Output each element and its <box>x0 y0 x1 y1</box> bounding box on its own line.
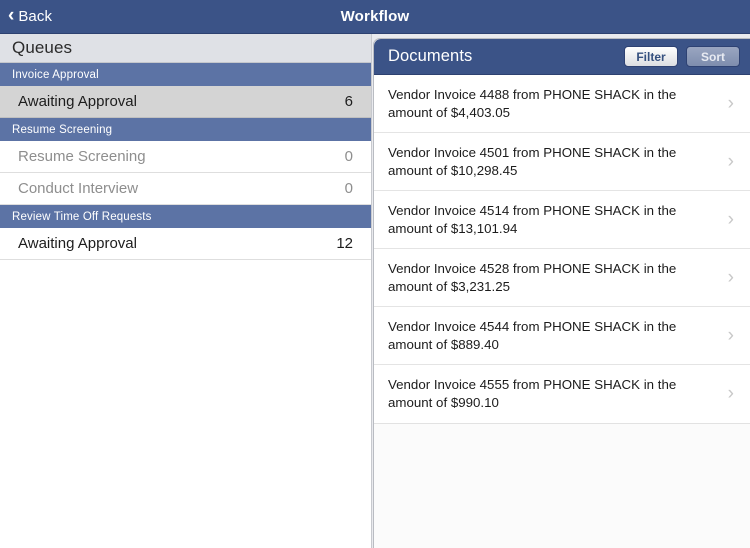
document-row[interactable]: Vendor Invoice 4488 from PHONE SHACK in … <box>374 75 750 133</box>
queue-section-header: Review Time Off Requests <box>0 205 371 228</box>
queue-row-count: 0 <box>344 180 353 197</box>
document-row-text: Vendor Invoice 4501 from PHONE SHACK in … <box>388 144 677 178</box>
document-row[interactable]: Vendor Invoice 4514 from PHONE SHACK in … <box>374 191 750 249</box>
queue-row-label: Awaiting Approval <box>18 235 137 252</box>
document-row-text: Vendor Invoice 4528 from PHONE SHACK in … <box>388 260 677 294</box>
filter-button[interactable]: Filter <box>624 46 678 67</box>
back-button-label: Back <box>18 8 53 25</box>
queue-section-header-label: Invoice Approval <box>12 68 99 81</box>
sort-button[interactable]: Sort <box>686 46 740 67</box>
chevron-right-icon: › <box>727 150 734 172</box>
documents-panel: Documents Filter Sort Vendor Invoice 448… <box>373 38 750 548</box>
queues-panel: Queues Invoice Approval Awaiting Approval… <box>0 34 372 548</box>
toolbar-buttons: Filter Sort <box>624 46 740 67</box>
chevron-left-icon: ‹ <box>8 5 15 26</box>
queue-row-label: Awaiting Approval <box>18 93 137 110</box>
queue-row-label: Conduct Interview <box>18 180 139 197</box>
chevron-right-icon: › <box>727 324 734 346</box>
page-title: Workflow <box>340 8 410 25</box>
queue-row-count: 0 <box>344 148 353 165</box>
document-row-text: Vendor Invoice 4544 from PHONE SHACK in … <box>388 318 677 352</box>
documents-list: Vendor Invoice 4488 from PHONE SHACK in … <box>374 75 750 424</box>
queue-row: Resume Screening 0 <box>0 141 371 173</box>
queue-row-count: 12 <box>336 235 353 252</box>
queues-header-label: Queues <box>12 38 73 57</box>
chevron-right-icon: › <box>727 383 734 404</box>
queue-section-header: Resume Screening <box>0 118 371 141</box>
queue-row[interactable]: Awaiting Approval 12 <box>0 228 371 260</box>
document-row[interactable]: Vendor Invoice 4528 from PHONE SHACK in … <box>374 249 750 307</box>
document-row-text: Vendor Invoice 4488 from PHONE SHACK in … <box>388 86 677 120</box>
chevron-right-icon: › <box>727 266 734 288</box>
queue-row[interactable]: Awaiting Approval 6 <box>0 86 371 118</box>
chevron-right-icon: › <box>727 208 734 230</box>
queue-row-label: Resume Screening <box>18 148 146 165</box>
queue-section-header-label: Review Time Off Requests <box>12 210 152 223</box>
documents-toolbar: Documents Filter Sort <box>374 39 750 75</box>
queue-section-list: Invoice Approval Awaiting Approval 6 Resume… <box>0 63 371 260</box>
document-row[interactable]: Vendor Invoice 4501 from PHONE SHACK in … <box>374 133 750 191</box>
document-row[interactable]: Vendor Invoice 4544 from PHONE SHACK in … <box>374 307 750 365</box>
queue-row: Conduct Interview 0 <box>0 173 371 205</box>
document-row-text: Vendor Invoice 4514 from PHONE SHACK in … <box>388 202 677 236</box>
document-row-text: Vendor Invoice 4555 from PHONE SHACK in … <box>388 377 677 410</box>
documents-title: Documents <box>388 47 473 65</box>
queue-row-count: 6 <box>344 93 353 110</box>
chevron-right-icon: › <box>727 92 734 114</box>
top-navigation-bar: ‹ Back Workflow <box>0 0 750 34</box>
queue-section-header-label: Resume Screening <box>12 123 113 136</box>
queues-header: Queues <box>0 34 371 63</box>
queue-section-header: Invoice Approval <box>0 63 371 86</box>
back-button[interactable]: ‹ Back <box>8 5 53 26</box>
workflow-app: ‹ Back Workflow Queues Invoice Approval A… <box>0 0 750 548</box>
document-row[interactable]: Vendor Invoice 4555 from PHONE SHACK in … <box>374 365 750 423</box>
